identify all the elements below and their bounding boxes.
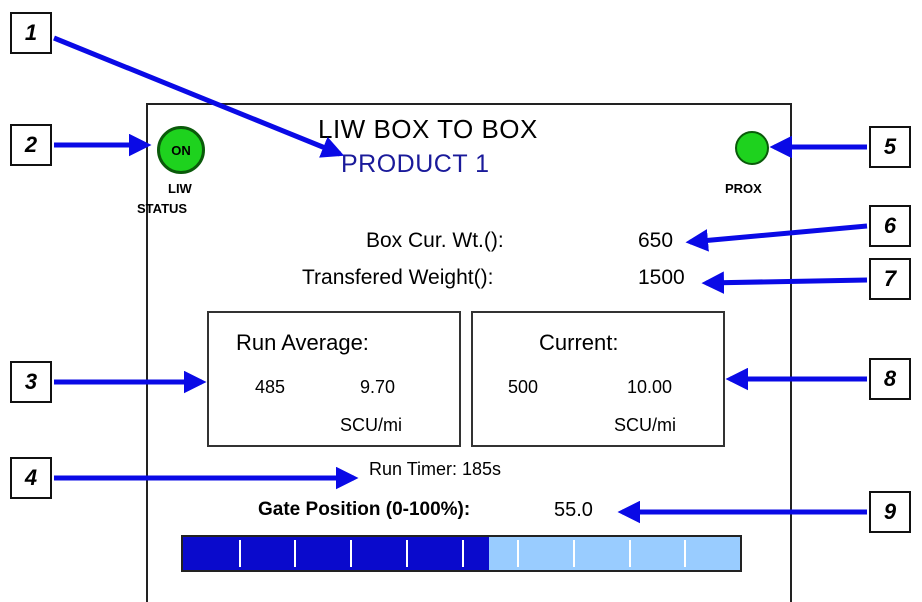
annotation-arrows	[53, 35, 868, 524]
arrow-6	[685, 223, 868, 252]
arrow-1	[53, 35, 345, 158]
arrow-7	[701, 271, 868, 294]
